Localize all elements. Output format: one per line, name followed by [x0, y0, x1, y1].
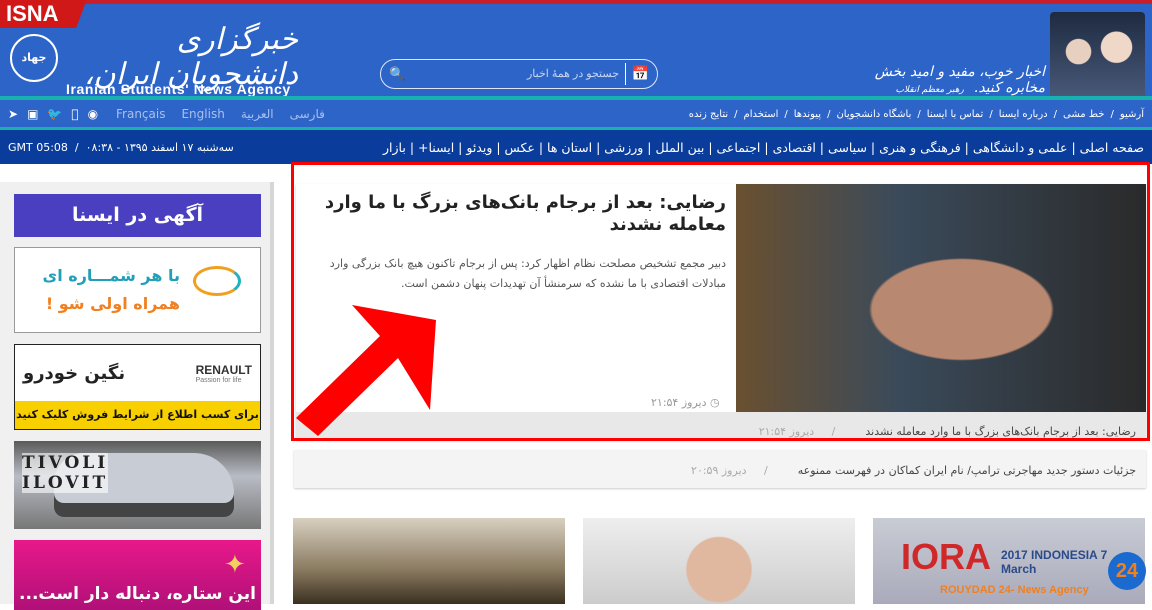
category-link[interactable]: سیاسی — [828, 140, 867, 155]
separator: | — [760, 140, 773, 155]
top-links: آرشیو / خط مشی / درباره ایسنا / تماس با ایس… — [688, 109, 1144, 120]
calendar-icon[interactable]: 📅 — [625, 63, 649, 85]
ad-tivoli[interactable]: TIVOLI ILOVIT — [14, 441, 261, 529]
search-input[interactable] — [405, 68, 625, 80]
news-card[interactable] — [583, 518, 855, 604]
ad-hamrah-aval[interactable]: با هر شمـــاره ای همراه اولی شو ! — [14, 247, 261, 333]
featured-image[interactable] — [736, 184, 1146, 412]
lang-persian[interactable]: فارسی — [290, 107, 325, 121]
twitter-icon[interactable]: 🐦 — [47, 107, 62, 121]
leaders-portrait — [1050, 12, 1145, 100]
clock-icon: ◷ — [710, 396, 720, 409]
featured-news[interactable]: رضایی: بعد از برجام بانک‌های بزرگ با ما … — [296, 184, 1146, 440]
category-links: صفحه اصلی | علمی و دانشگاهی | فرهنگی و ه… — [383, 140, 1144, 155]
top-link[interactable]: آرشیو — [1120, 109, 1144, 120]
category-link[interactable]: عکس — [505, 140, 535, 155]
headline-row[interactable]: رضایی: بعد از برجام بانک‌های بزرگ با ما … — [296, 412, 1146, 440]
top-link[interactable]: نتایج زنده — [689, 109, 728, 120]
category-link[interactable]: علمی و دانشگاهی — [973, 140, 1068, 155]
category-link[interactable]: بازار — [383, 140, 406, 155]
datetime: GMT 05:08 / سه‌شنبه ۱۷ اسفند ۱۳۹۵ - ۰۸:۳… — [8, 141, 234, 154]
social-links: ➤ ▣ 🐦  ◉ — [8, 107, 98, 121]
top-link[interactable]: باشگاه دانشجویان — [836, 109, 911, 120]
top-link[interactable]: استخدام — [744, 109, 779, 120]
category-link[interactable]: صفحه اصلی — [1080, 140, 1144, 155]
ad-sidebar: آگهی در ایسنا با هر شمـــاره ای همراه او… — [0, 182, 274, 610]
separator: | — [492, 140, 505, 155]
top-link[interactable]: درباره ایسنا — [999, 109, 1048, 120]
android-icon[interactable]: ◉ — [88, 107, 98, 121]
featured-time: ◷ دیروز ۲۱:۵۴ — [651, 396, 720, 409]
header-motto: اخبار خوب، مفید و امید بخش مخابره کنید.ر… — [874, 64, 1045, 96]
separator: | — [704, 140, 717, 155]
site-header: ISNA جهاد خبرگزاری دانشجویان ایران، ایسن… — [0, 0, 1152, 127]
category-link[interactable]: ایسنا+ — [418, 140, 454, 155]
search-icon[interactable]: 🔍 — [389, 67, 405, 82]
apple-icon[interactable]:  — [71, 107, 78, 121]
telegram-icon[interactable]: ➤ — [8, 107, 18, 121]
separator: | — [592, 140, 605, 155]
lang-arabic[interactable]: العربية — [241, 107, 274, 121]
category-nav: GMT 05:08 / سه‌شنبه ۱۷ اسفند ۱۳۹۵ - ۰۸:۳… — [0, 130, 1152, 164]
search-box: 🔍 📅 — [380, 59, 658, 89]
utility-nav: ➤ ▣ 🐦  ◉ Français English العربية فارسی… — [0, 100, 1152, 130]
ad-text: همراه اولی شو ! — [45, 294, 180, 313]
ad-heading[interactable]: آگهی در ایسنا — [14, 194, 261, 237]
separator: | — [866, 140, 880, 155]
instagram-icon[interactable]: ▣ — [27, 107, 38, 121]
category-link[interactable]: ورزشی — [604, 140, 643, 155]
separator: | — [1067, 140, 1080, 155]
top-link[interactable]: تماس با ایسنا — [927, 109, 984, 120]
lang-english[interactable]: English — [181, 107, 224, 121]
news-card[interactable] — [293, 518, 565, 604]
ad-renault[interactable]: نگین خودرو RENAULT Passion for life برای ک… — [14, 344, 261, 430]
headline-row[interactable]: جزئیات دستور جدید مهاجرتی ترامپ/ نام ایر… — [294, 450, 1146, 488]
top-link[interactable]: پیوندها — [794, 109, 821, 120]
operator-logo-icon — [193, 266, 241, 296]
jahad-emblem-logo: جهاد — [10, 34, 58, 82]
ad-text: TIVOLI ILOVIT — [22, 453, 109, 493]
separator: | — [534, 140, 548, 155]
separator: | — [643, 140, 656, 155]
language-switcher: Français English العربية فارسی — [116, 107, 325, 121]
separator: | — [454, 140, 467, 155]
watermark-logo: 24 — [1108, 552, 1146, 590]
renault-logo: RENAULT Passion for life — [195, 362, 252, 384]
star-icon: ✦ — [224, 550, 246, 580]
top-link[interactable]: خط مشی — [1063, 109, 1104, 120]
separator: | — [405, 140, 419, 155]
ad-dealer: نگین خودرو — [23, 362, 126, 384]
category-link[interactable]: فرهنگی و هنری — [879, 140, 961, 155]
category-link[interactable]: اقتصادی — [773, 140, 816, 155]
ad-text: با هر شمـــاره ای — [42, 266, 180, 285]
site-logo-english[interactable]: Iranian Students' News Agency — [66, 81, 291, 97]
category-link[interactable]: اجتماعی — [717, 140, 761, 155]
featured-title[interactable]: رضایی: بعد از برجام بانک‌های بزرگ با ما … — [306, 192, 726, 236]
category-link[interactable]: بین الملل — [655, 140, 704, 155]
ad-cta: برای کسب اطلاع از شرایط فروش کلیک کنید — [15, 401, 260, 429]
lang-french[interactable]: Français — [116, 107, 165, 121]
ad-star[interactable]: ✦ این ستاره، دنباله دار است... — [14, 540, 261, 610]
separator: | — [960, 140, 973, 155]
category-link[interactable]: ویدئو — [466, 140, 492, 155]
watermark: ROUYDAD 24- News Agency — [940, 584, 1089, 596]
separator: | — [815, 140, 828, 155]
ad-text: این ستاره، دنباله دار است... — [19, 584, 256, 604]
featured-summary: دبیر مجمع تشخیص مصلحت نظام اظهار کرد: پس… — [329, 257, 726, 290]
category-link[interactable]: استان ها — [547, 140, 592, 155]
